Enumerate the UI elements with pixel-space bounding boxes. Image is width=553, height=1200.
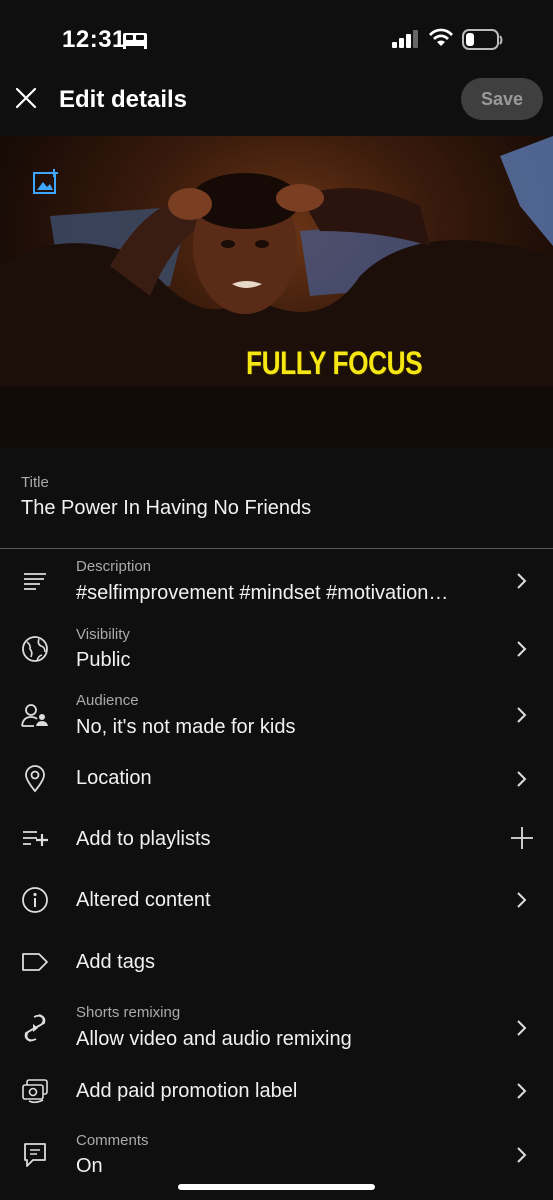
edit-thumbnail-icon[interactable] <box>32 168 60 196</box>
audience-icon <box>20 701 50 731</box>
chevron-right-icon <box>517 771 527 787</box>
audience-row[interactable]: Audience No, it's not made for kids <box>0 682 553 748</box>
comments-row[interactable]: Comments On <box>0 1123 553 1185</box>
plus-icon[interactable] <box>510 826 534 850</box>
paid-promotion-row[interactable]: Add paid promotion label <box>0 1060 553 1122</box>
battery-icon <box>462 29 503 50</box>
description-value: #selfimprovement #mindset #motivation… <box>76 582 449 604</box>
paid-promotion-icon <box>20 1076 50 1106</box>
page-title: Edit details <box>59 86 188 113</box>
chevron-right-icon <box>517 1020 527 1036</box>
cellular-signal-icon <box>392 30 418 48</box>
sleep-focus-icon <box>123 33 147 49</box>
save-button[interactable]: Save <box>461 78 543 120</box>
chevron-right-icon <box>517 707 527 723</box>
audience-label: Audience <box>76 692 139 709</box>
title-label: Title <box>21 474 49 491</box>
add-tags-row[interactable]: Add tags <box>0 930 553 992</box>
visibility-label: Visibility <box>76 626 130 643</box>
audience-value: No, it's not made for kids <box>76 716 296 738</box>
chevron-right-icon <box>517 1147 527 1163</box>
add-to-playlists-value: Add to playlists <box>76 828 211 850</box>
altered-content-value: Altered content <box>76 889 211 911</box>
globe-icon <box>20 634 50 664</box>
altered-content-row[interactable]: Altered content <box>0 869 553 929</box>
status-bar: 12:31 <box>0 0 553 80</box>
close-button[interactable] <box>10 82 42 114</box>
add-tags-value: Add tags <box>76 951 155 973</box>
video-thumbnail[interactable]: FULLY FOCUS <box>0 136 553 447</box>
description-label: Description <box>76 558 152 575</box>
location-pin-icon <box>20 764 50 794</box>
description-row[interactable]: Description #selfimprovement #mindset #m… <box>0 548 553 614</box>
tag-icon <box>20 947 50 977</box>
comments-value: On <box>76 1155 103 1177</box>
location-row[interactable]: Location <box>0 749 553 807</box>
paid-promotion-value: Add paid promotion label <box>76 1080 298 1102</box>
playlist-add-icon <box>20 823 50 853</box>
comments-label: Comments <box>76 1132 149 1149</box>
info-icon <box>20 885 50 915</box>
location-value: Location <box>76 767 152 789</box>
comments-icon <box>20 1140 50 1170</box>
shorts-remixing-label: Shorts remixing <box>76 1004 181 1021</box>
title-value: The Power In Having No Friends <box>21 497 312 519</box>
thumbnail-overlay-text: FULLY FOCUS <box>246 345 423 381</box>
home-indicator[interactable] <box>178 1184 375 1190</box>
shorts-remix-icon <box>20 1013 50 1043</box>
chevron-right-icon <box>517 573 527 589</box>
chevron-right-icon <box>517 1083 527 1099</box>
title-field[interactable]: Title The Power In Having No Friends <box>0 447 553 549</box>
visibility-row[interactable]: Visibility Public <box>0 615 553 681</box>
thumbnail-scene-image <box>0 136 553 447</box>
close-icon <box>15 87 37 109</box>
visibility-value: Public <box>76 649 131 671</box>
add-to-playlists-row[interactable]: Add to playlists <box>0 808 553 868</box>
app-header: Edit details Save <box>0 70 553 132</box>
shorts-remixing-row[interactable]: Shorts remixing Allow video and audio re… <box>0 993 553 1059</box>
status-time: 12:31 <box>62 26 126 53</box>
shorts-remixing-value: Allow video and audio remixing <box>76 1028 352 1050</box>
chevron-right-icon <box>517 892 527 908</box>
wifi-icon <box>429 28 453 46</box>
description-icon <box>20 566 50 596</box>
chevron-right-icon <box>517 641 527 657</box>
